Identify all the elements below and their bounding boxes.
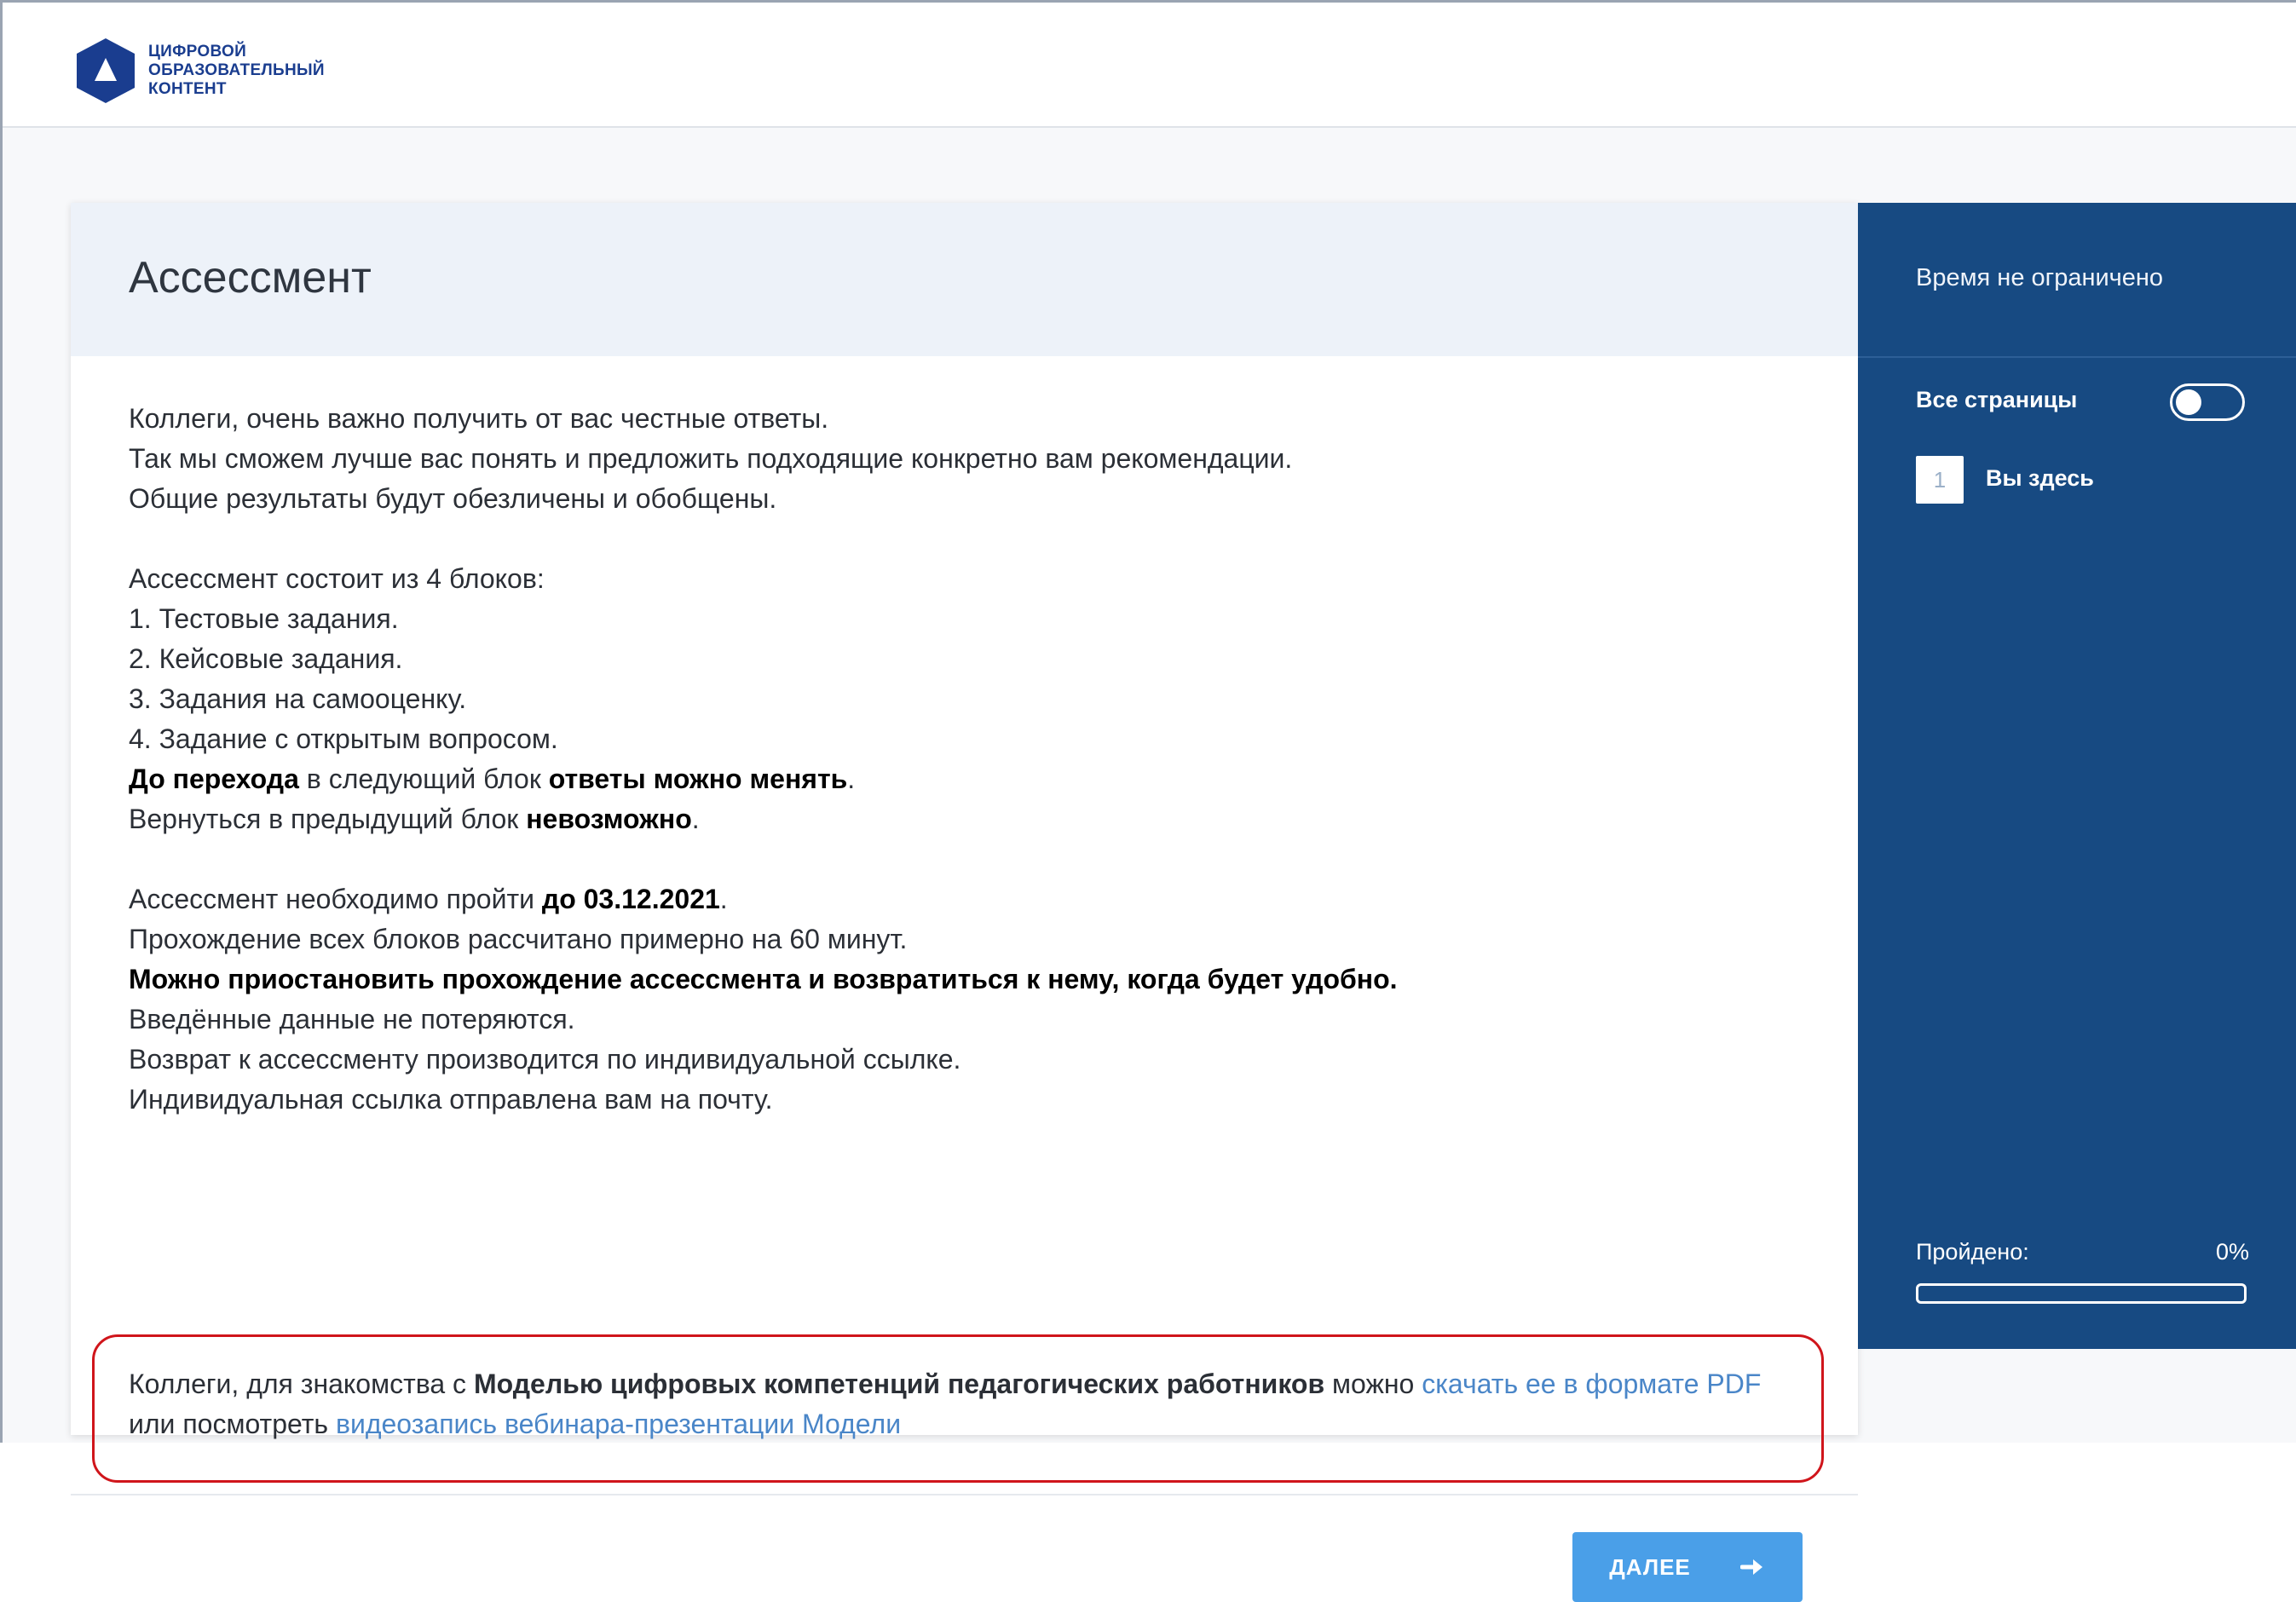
emailed-line: Индивидуальная ссылка отправлена вам на … xyxy=(129,1084,773,1115)
change-bold-2: ответы можно менять xyxy=(548,764,848,794)
time-limit-text: Время не ограничено xyxy=(1916,264,2164,291)
change-end: . xyxy=(847,764,856,794)
notice-line-2: или посмотреть видеозапись вебинара-през… xyxy=(129,1404,1761,1444)
you-are-here-label: Вы здесь xyxy=(1986,465,2094,491)
all-pages-toggle[interactable] xyxy=(2170,383,2245,421)
arrow-right-icon xyxy=(1739,1559,1762,1575)
notice-line-1: Коллеги, для знакомства с Моделью цифров… xyxy=(129,1364,1761,1404)
page-title: Ассессмент xyxy=(129,253,372,303)
logo-line-1: ЦИФРОВОЙ xyxy=(148,43,247,61)
site-logo[interactable]: ЦИФРОВОЙ ОБРАЗОВАТЕЛЬНЫЙ КОНТЕНТ xyxy=(73,37,325,105)
notice-start: Коллеги, для знакомства с xyxy=(129,1369,474,1399)
progress-bar xyxy=(1916,1283,2247,1304)
blocks-heading: Ассессмент состоит из 4 блоков: xyxy=(129,563,545,594)
notice-bold: Моделью цифровых компетенций педагогичес… xyxy=(473,1369,1325,1399)
intro-line-3: Общие результаты будут обезличены и обоб… xyxy=(129,483,777,514)
assessment-card: Ассессмент Коллеги, очень важно получить… xyxy=(71,203,1858,1602)
change-answers-rule: До перехода в следующий блок ответы можн… xyxy=(129,759,1816,799)
intro-line-1: Коллеги, очень важно получить от вас чес… xyxy=(129,403,829,434)
pause-line: Можно приостановить прохождение ассессме… xyxy=(129,959,1816,1000)
top-bar: ЦИФРОВОЙ ОБРАЗОВАТЕЛЬНЫЙ КОНТЕНТ xyxy=(3,3,2296,128)
download-pdf-link[interactable]: скачать ее в формате PDF xyxy=(1422,1369,1761,1399)
navigation-sidebar: Время не ограничено Все страницы 1 Вы зд… xyxy=(1858,203,2296,1349)
passed-percent: 0% xyxy=(2216,1239,2250,1265)
sidebar-divider xyxy=(1858,356,2296,358)
block-item-1: 1. Тестовые задания. xyxy=(129,603,399,634)
change-bold-1: До перехода xyxy=(129,764,299,794)
webinar-video-link[interactable]: видеозапись вебинара-презентации Модели xyxy=(336,1409,901,1439)
block-item-4: 4. Задание с открытым вопросом. xyxy=(129,723,558,754)
back-start: Вернуться в предыдущий блок xyxy=(129,804,527,834)
model-notice: Коллеги, для знакомства с Моделью цифров… xyxy=(129,1364,1761,1444)
assessment-intro: Коллеги, очень важно получить от вас чес… xyxy=(129,399,1816,1120)
deadline-date: до 03.12.2021 xyxy=(541,884,720,914)
notice-mid: можно xyxy=(1324,1369,1422,1399)
logo-line-3: КОНТЕНТ xyxy=(148,80,227,98)
saved-line: Введённые данные не потеряются. xyxy=(129,1004,575,1034)
block-item-2: 2. Кейсовые задания. xyxy=(129,643,403,674)
deadline-start: Ассессмент необходимо пройти xyxy=(129,884,542,914)
back-bold: невозможно xyxy=(526,804,692,834)
passed-label: Пройдено: xyxy=(1916,1239,2029,1265)
return-line: Возврат к ассессменту производится по ин… xyxy=(129,1044,961,1075)
back-rule: Вернуться в предыдущий блок невозможно. xyxy=(129,799,1816,839)
change-mid: в следующий блок xyxy=(298,764,549,794)
pause-bold: Можно приостановить прохождение ассессме… xyxy=(129,964,1398,994)
next-button-label: ДАЛЕЕ xyxy=(1609,1553,1691,1580)
logo-text: ЦИФРОВОЙ ОБРАЗОВАТЕЛЬНЫЙ КОНТЕНТ xyxy=(148,43,325,99)
duration-line: Прохождение всех блоков рассчитано приме… xyxy=(129,924,908,954)
all-pages-label: Все страницы xyxy=(1916,387,2078,412)
notice-line2-start: или посмотреть xyxy=(129,1409,336,1439)
deadline-line: Ассессмент необходимо пройти до 03.12.20… xyxy=(129,879,1816,919)
logo-hexagon-icon xyxy=(77,38,135,103)
footer-divider xyxy=(71,1494,1858,1495)
block-item-3: 3. Задания на самооценку. xyxy=(129,683,467,714)
next-button[interactable]: ДАЛЕЕ xyxy=(1572,1532,1803,1602)
page-number-1[interactable]: 1 xyxy=(1916,456,1964,504)
intro-line-2: Так мы сможем лучше вас понять и предлож… xyxy=(129,443,1293,474)
logo-line-2: ОБРАЗОВАТЕЛЬНЫЙ xyxy=(148,61,325,79)
card-header: Ассессмент xyxy=(71,203,1858,356)
deadline-end: . xyxy=(719,884,728,914)
back-end: . xyxy=(691,804,700,834)
toggle-knob xyxy=(2176,389,2201,415)
